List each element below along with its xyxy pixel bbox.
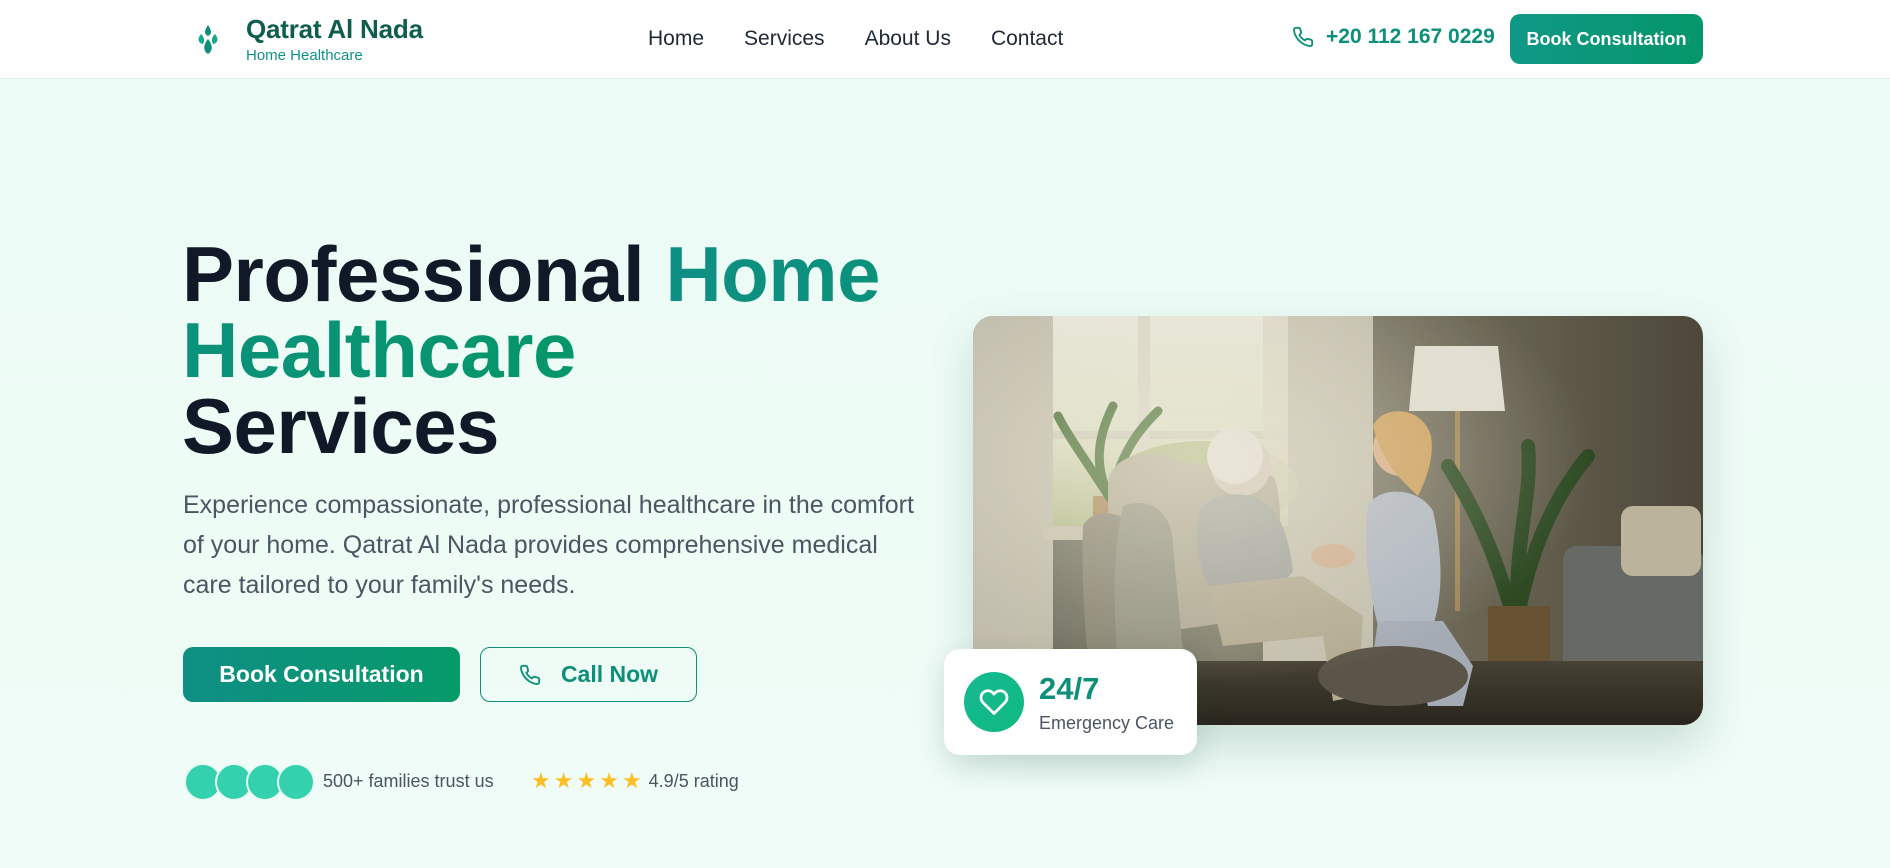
star-icon: ★: [531, 768, 551, 793]
header-book-consultation-button[interactable]: Book Consultation: [1510, 14, 1703, 64]
star-icon: ★: [553, 768, 574, 793]
nav-contact[interactable]: Contact: [991, 26, 1063, 52]
star-icon: ★: [576, 768, 597, 793]
brand-logo-link[interactable]: Qatrat Al Nada Home Healthcare: [192, 14, 423, 66]
badge-subtitle: Emergency Care: [1039, 713, 1175, 733]
rating-text: 4.9/5 rating: [648, 770, 739, 791]
star-icon: ★: [599, 768, 619, 793]
header-phone-link[interactable]: +20 112 167 0229: [1292, 25, 1495, 49]
brand-name: Qatrat Al Nada: [246, 14, 423, 44]
book-consultation-button[interactable]: Book Consultation: [183, 647, 460, 702]
star-icon: ★: [621, 768, 642, 793]
hero-title: Professional Home Healthcare Services: [182, 235, 942, 465]
site-header: Qatrat Al Nada Home Healthcare Home Serv…: [0, 0, 1890, 79]
avatar: [277, 763, 315, 801]
brand-text: Qatrat Al Nada Home Healthcare: [246, 14, 423, 66]
hero-title-part2: Services: [182, 382, 499, 470]
main-nav: Home Services About Us Contact: [648, 26, 1103, 52]
phone-icon: [519, 664, 541, 686]
trust-text: 500+ families trust us: [323, 771, 494, 791]
heart-icon: [964, 672, 1024, 732]
rating: ★ ★ ★ ★ ★ 4.9/5 rating: [531, 769, 739, 793]
nav-home[interactable]: Home: [648, 26, 704, 52]
droplets-icon: [192, 20, 224, 60]
family-avatars: [184, 763, 315, 801]
hero-description: Experience compassionate, professional h…: [183, 491, 914, 599]
call-now-label: Call Now: [560, 661, 659, 687]
badge-title: 24/7: [1039, 671, 1100, 706]
phone-number: +20 112 167 0229: [1326, 25, 1495, 48]
call-now-button[interactable]: Call Now: [480, 647, 697, 702]
emergency-care-badge: 24/7 Emergency Care: [944, 649, 1197, 755]
phone-icon: [1292, 26, 1314, 48]
brand-tagline: Home Healthcare: [246, 47, 363, 64]
nav-services[interactable]: Services: [744, 26, 825, 52]
hero-title-part1: Professional: [182, 230, 645, 318]
nav-about-us[interactable]: About Us: [865, 26, 951, 52]
